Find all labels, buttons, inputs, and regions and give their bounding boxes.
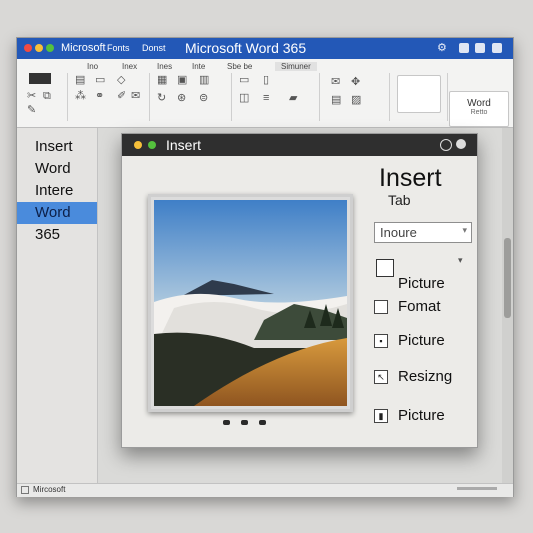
zoom-slider[interactable]: [457, 487, 497, 490]
chevron-down-icon[interactable]: ▾: [462, 225, 467, 236]
cut-icon[interactable]: ✂: [27, 91, 36, 102]
sidebar-item-intere[interactable]: Intere: [17, 180, 97, 202]
status-bar: Mircosoft: [17, 483, 513, 497]
picture-checkbox-2[interactable]: ▪: [374, 334, 388, 348]
status-text: Mircosoft: [33, 485, 66, 494]
word-button-label: Word: [467, 98, 491, 109]
pager-dot-1[interactable]: [223, 420, 230, 425]
landscape-illustration: [154, 200, 347, 406]
landscape-image[interactable]: [154, 200, 347, 406]
maximize-icon[interactable]: [475, 43, 485, 53]
ribbon-tab-6[interactable]: Simuner: [275, 62, 317, 71]
status-icon: [21, 486, 29, 494]
pager-dot-2[interactable]: [241, 420, 248, 425]
format-checkbox[interactable]: [374, 300, 388, 314]
dialog-settings-icon[interactable]: [440, 139, 452, 151]
ribbon-group-links: ✉ ✥ ▤ ▨: [321, 73, 390, 121]
sidebar-item-365[interactable]: 365: [17, 224, 97, 246]
format-painter-icon[interactable]: ✎: [27, 105, 36, 116]
combo-value: Inoure: [380, 225, 417, 240]
insert-combo-box[interactable]: Inoure ▾: [374, 222, 472, 243]
textbox-icon[interactable]: ▤: [331, 95, 341, 106]
dialog-title: Insert: [166, 137, 202, 153]
dialog-heading: Insert: [379, 164, 442, 192]
window-title: Microsoft Word 365: [185, 40, 307, 56]
menu-microsoft[interactable]: Microsoft: [61, 42, 106, 54]
font-size-icon[interactable]: ▤: [75, 75, 85, 86]
link-icon[interactable]: ⚭: [95, 91, 104, 102]
paste-icon[interactable]: [29, 73, 51, 84]
word-ribbon-button[interactable]: Word Retto: [449, 91, 509, 127]
text-box-icon[interactable]: ▭: [95, 75, 105, 86]
ribbon-group-media: ▭ ▯ ◫ ≡ ▰: [233, 73, 320, 121]
close-window-icon[interactable]: [24, 44, 32, 52]
header-icon[interactable]: ▭: [239, 75, 249, 86]
page-icon[interactable]: ◫: [239, 93, 249, 104]
menu-fonts[interactable]: Fonts: [107, 43, 130, 53]
sidebar-item-word[interactable]: Word: [17, 158, 97, 180]
word-button-sublabel: Retto: [470, 109, 488, 116]
picture-checkbox-3[interactable]: ▮: [374, 409, 388, 423]
insert-dialog: Insert Insert Tab Inoure ▾ ▾ Picture Fom…: [121, 133, 478, 448]
settings-icon[interactable]: ⚙: [437, 41, 449, 54]
ribbon-group-insert: ▦ ▣ ▥ ↻ ⊛ ⊜: [151, 73, 232, 121]
brush-icon[interactable]: ✐: [117, 91, 126, 102]
vertical-scrollbar[interactable]: [502, 128, 513, 483]
picture-frame[interactable]: [148, 194, 353, 412]
dialog-header: Insert: [122, 134, 477, 156]
comment-icon[interactable]: ✉: [131, 91, 140, 102]
ribbon-group-text: [391, 73, 448, 121]
dialog-subheading: Tab: [388, 192, 411, 208]
ribbon: Ino Inex Ines Inte Sbe be Simuner ✂ ⧉ ✎ …: [17, 59, 513, 128]
ribbon-style-button[interactable]: [397, 75, 441, 113]
menu-donst[interactable]: Donst: [142, 43, 166, 53]
footer-icon[interactable]: ▯: [263, 75, 269, 86]
crossref-icon[interactable]: ✥: [351, 77, 360, 88]
equation-icon[interactable]: ≡: [263, 93, 269, 104]
dropdown-arrow-icon[interactable]: ▾: [458, 255, 463, 266]
ribbon-group-clipboard: ✂ ⧉ ✎: [21, 73, 68, 121]
dialog-zoom-icon[interactable]: [148, 141, 156, 149]
title-bar: Microsoft Fonts Donst Microsoft Word 365…: [17, 38, 513, 59]
dropcap-icon[interactable]: ▨: [351, 95, 361, 106]
image-icon[interactable]: ▣: [177, 75, 187, 86]
option-picture-2: Picture: [398, 332, 445, 349]
close-icon[interactable]: [492, 43, 502, 53]
ribbon-tab-4[interactable]: Inte: [192, 62, 205, 71]
option-picture-1: Picture: [398, 275, 445, 292]
smartart-icon[interactable]: ⊜: [199, 93, 208, 104]
symbol-icon[interactable]: ⊛: [177, 93, 186, 104]
table-icon[interactable]: ▦: [157, 75, 167, 86]
zoom-window-icon[interactable]: [46, 44, 54, 52]
chart-icon[interactable]: ▥: [199, 75, 209, 86]
shapes-icon[interactable]: ◇: [117, 75, 125, 86]
dialog-close-icon[interactable]: [456, 139, 466, 149]
bold-icon[interactable]: ⁂: [75, 91, 86, 102]
sidebar-item-word-selected[interactable]: Word: [17, 202, 97, 224]
resizing-checkbox[interactable]: ↖: [374, 370, 388, 384]
copy-icon[interactable]: ⧉: [43, 91, 51, 102]
pager-dot-3[interactable]: [259, 420, 266, 425]
ribbon-tab-3[interactable]: Ines: [157, 62, 172, 71]
refresh-icon[interactable]: ↻: [157, 93, 166, 104]
picture-checkbox-1[interactable]: [376, 259, 394, 277]
sidebar: Insert Word Intere Word 365: [17, 128, 98, 483]
minimize-window-icon[interactable]: [35, 44, 43, 52]
scrollbar-thumb[interactable]: [504, 238, 511, 318]
minimize-icon[interactable]: [459, 43, 469, 53]
option-format: Fomat: [398, 298, 441, 315]
option-resizing: Resizng: [398, 368, 453, 385]
ribbon-group-font: ▤ ▭ ◇ ⁂ ⚭ ✐ ✉: [69, 73, 150, 121]
ribbon-tab-5[interactable]: Sbe be: [227, 62, 252, 71]
option-picture-3: Picture: [398, 407, 445, 424]
ribbon-tab-2[interactable]: Inex: [122, 62, 137, 71]
wordart-icon[interactable]: ▰: [289, 93, 297, 104]
ribbon-tab-1[interactable]: Ino: [87, 62, 98, 71]
bookmark-icon[interactable]: ✉: [331, 77, 340, 88]
dialog-minimize-icon[interactable]: [134, 141, 142, 149]
sidebar-item-insert[interactable]: Insert: [17, 136, 97, 158]
